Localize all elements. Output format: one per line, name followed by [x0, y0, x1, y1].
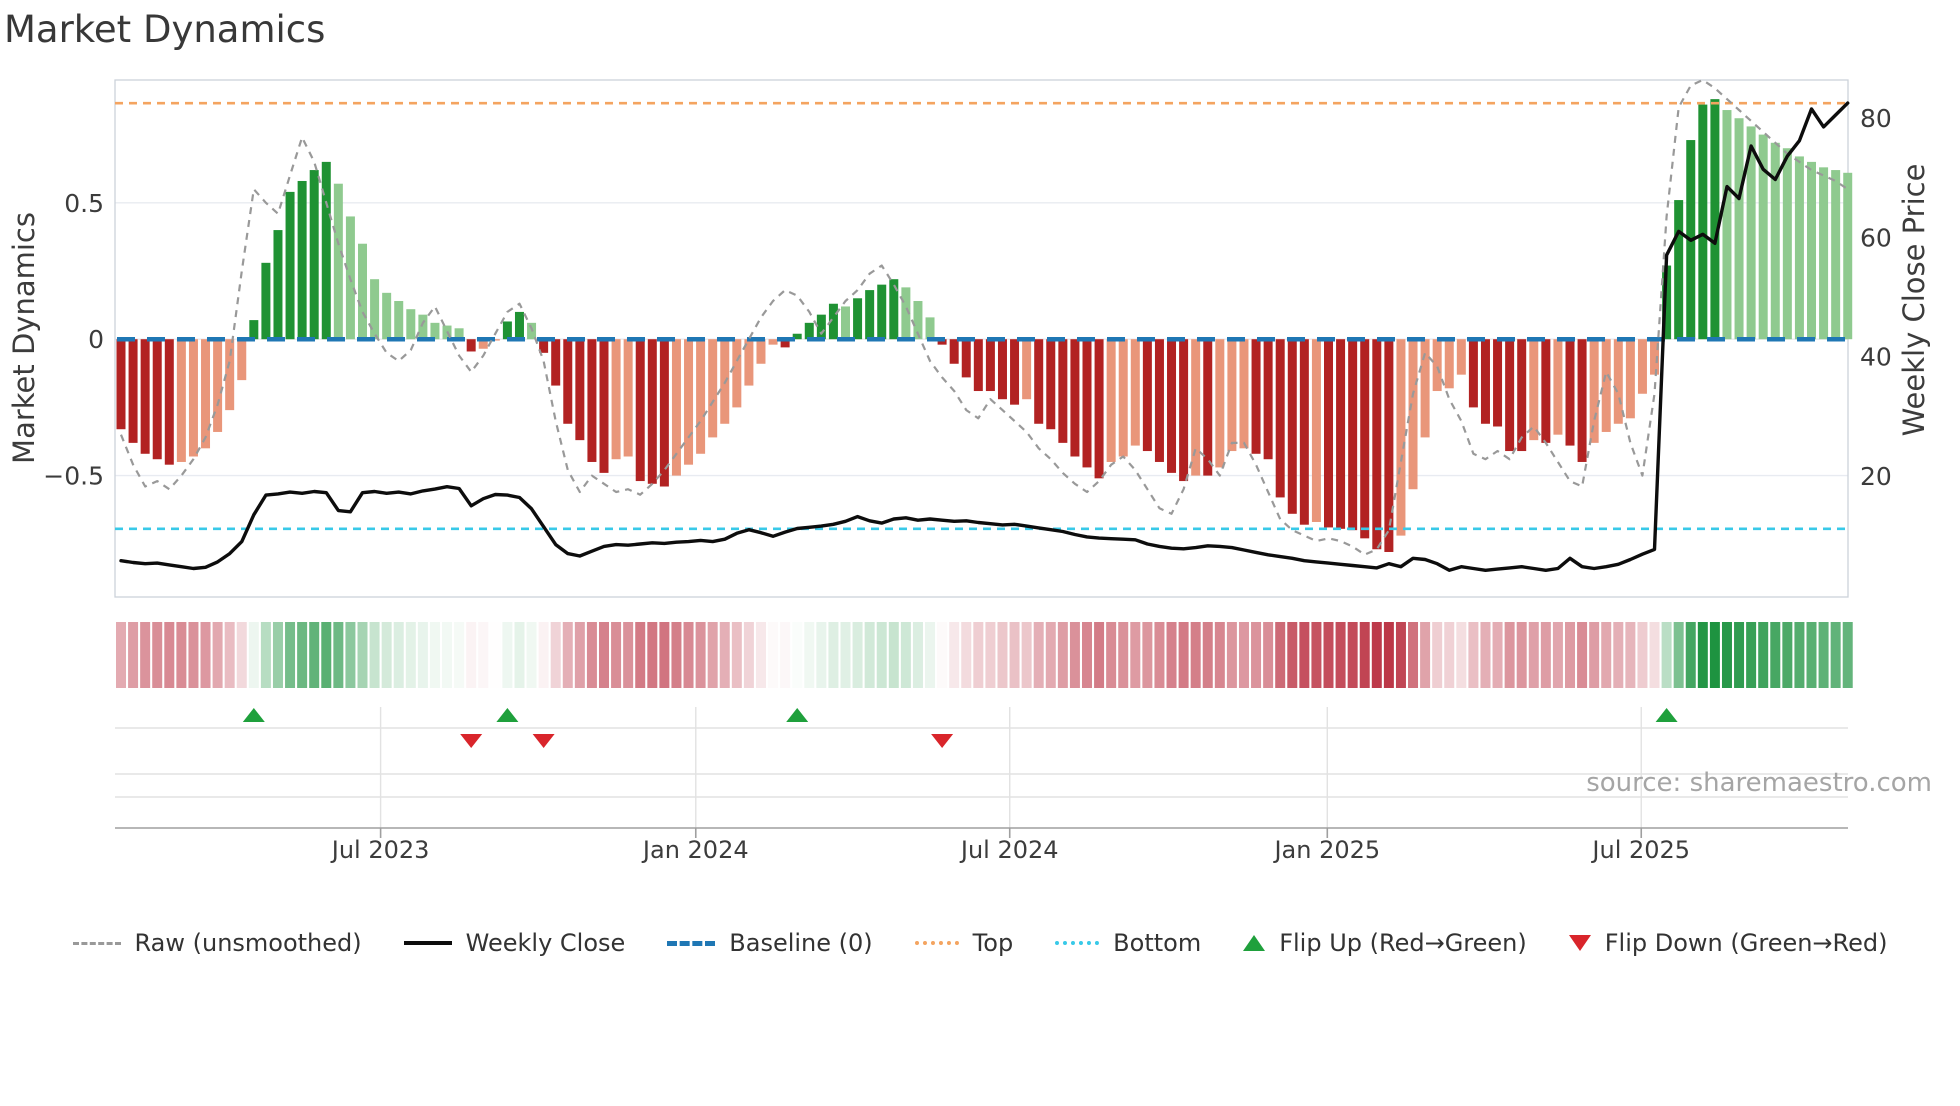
flip-down-icon: [532, 734, 555, 748]
x-tick-labels: Jul 2023 Jan 2024 Jul 2024 Jan 2025 Jul 2025: [330, 836, 1690, 864]
legend-label: Bottom: [1113, 929, 1202, 957]
y-tick-left: 0.5: [64, 189, 104, 218]
solid-black-swatch-icon: [403, 941, 452, 945]
legend-label: Flip Down (Green→Red): [1604, 929, 1888, 957]
flip-down-icon: [460, 734, 483, 748]
legend-item: Weekly Close: [403, 929, 626, 957]
dash-blue-swatch-icon: [667, 940, 716, 946]
flip-up-icon: [1655, 708, 1678, 722]
y-tick-right: 40: [1860, 343, 1892, 372]
legend-label: Raw (unsmoothed): [134, 929, 362, 957]
page-title: Market Dynamics: [4, 8, 325, 51]
weekly-close-line: [119, 101, 1850, 572]
y-tick-left: −0.5: [43, 462, 104, 491]
tri-down-swatch-icon: [1568, 935, 1591, 951]
left-tick-labels: 0.5 0 −0.5: [43, 189, 104, 491]
legend-item: Raw (unsmoothed): [72, 929, 362, 957]
dashed-gray-swatch-icon: [72, 941, 121, 945]
left-axis-label: Market Dynamics: [7, 212, 41, 464]
oscillator-bars: [116, 99, 1853, 552]
legend-item: Bottom: [1055, 929, 1201, 957]
flip-up-icon: [242, 708, 265, 722]
flip-up-icon: [786, 708, 809, 722]
y-tick-left: 0: [88, 325, 104, 354]
dot-orange-swatch-icon: [914, 941, 959, 945]
x-tick-label: Jul 2023: [330, 836, 430, 864]
raw-line: [119, 78, 1849, 556]
chart-graphics: 0.5 0 −0.5 80 60 40 20 Jul 2023 Jan 2024 Jul 2024…: [43, 78, 1892, 864]
legend: Raw (unsmoothed) Weekly Close Baseline (0)…: [0, 908, 1960, 978]
x-tick-label: Jul 2025: [1590, 836, 1690, 864]
legend-label: Weekly Close: [465, 929, 626, 957]
legend-label: Top: [972, 929, 1014, 957]
legend-item: Baseline (0): [667, 929, 873, 957]
x-tick-label: Jan 2025: [1272, 836, 1380, 864]
tri-up-swatch-icon: [1243, 935, 1266, 951]
heatmap-strip: [116, 622, 1853, 688]
legend-item: Flip Up (Red→Green): [1243, 929, 1527, 957]
legend-item: Flip Down (Green→Red): [1568, 929, 1888, 957]
y-tick-right: 60: [1860, 223, 1892, 252]
legend-label: Baseline (0): [729, 929, 873, 957]
right-tick-labels: 80 60 40 20: [1860, 104, 1892, 491]
flip-down-markers: [460, 734, 954, 748]
y-tick-right: 20: [1860, 462, 1892, 491]
source-credit: source: sharemaestro.com: [1586, 768, 1932, 798]
y-tick-right: 80: [1860, 104, 1892, 133]
legend-item: Top: [914, 929, 1014, 957]
chart-page: 0.5 0 −0.5 80 60 40 20 Jul 2023 Jan 2024 Jul 2024…: [0, 0, 1960, 1102]
flip-up-icon: [496, 708, 519, 722]
flip-up-markers: [242, 708, 1678, 722]
x-tick-label: Jan 2024: [641, 836, 749, 864]
legend-label: Flip Up (Red→Green): [1279, 929, 1527, 957]
right-axis-label: Weekly Close Price: [1897, 164, 1931, 437]
dot-cyan-swatch-icon: [1055, 941, 1100, 945]
x-tick-label: Jul 2024: [959, 836, 1059, 864]
flip-down-icon: [931, 734, 954, 748]
